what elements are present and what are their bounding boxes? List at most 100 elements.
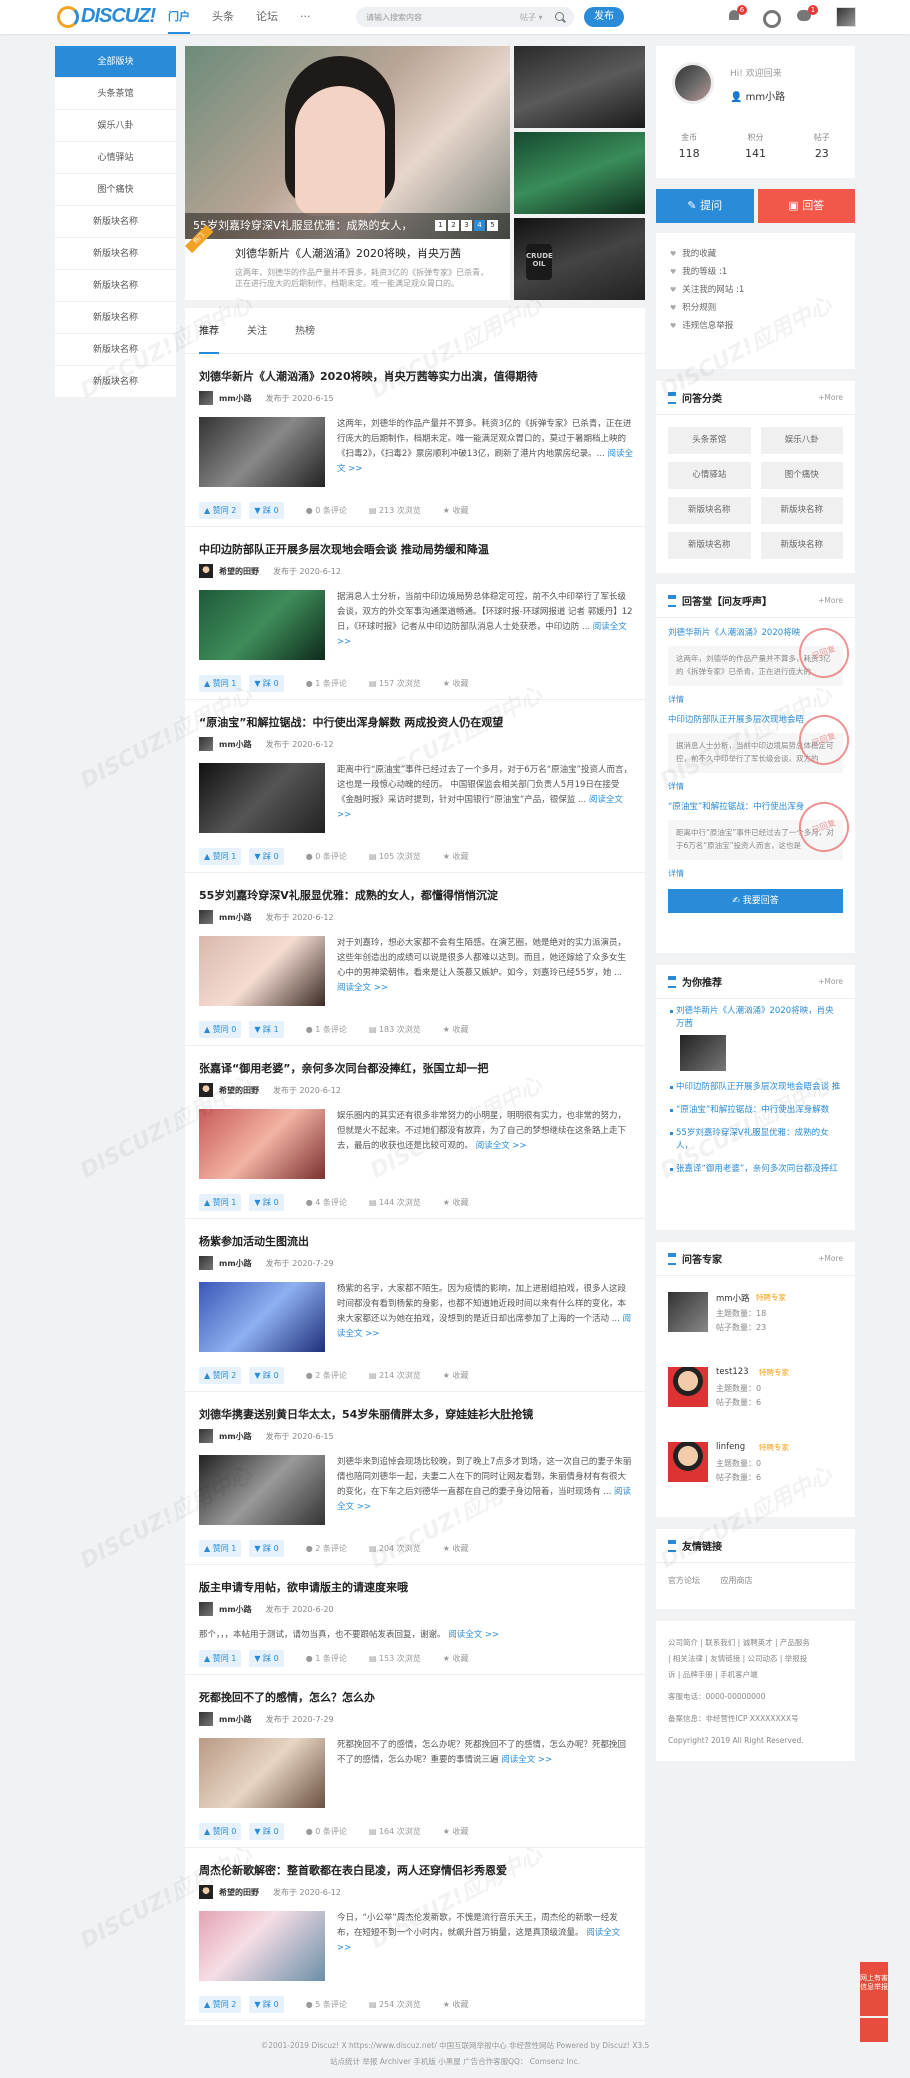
author-name[interactable]: 希望的田野: [219, 1085, 259, 1096]
comments-link[interactable]: ● 0 条评论: [306, 851, 347, 862]
category-chip[interactable]: 新版块名称: [668, 532, 751, 559]
author-name[interactable]: 希望的田野: [219, 1887, 259, 1898]
recommend-item[interactable]: 55岁刘嘉玲穿深V礼服显优雅：成熟的女人，: [670, 1127, 841, 1153]
profile-name[interactable]: 👤 mm小路: [730, 88, 785, 103]
upvote-button[interactable]: ▲ 赞同 1: [199, 1540, 242, 1557]
post-title[interactable]: 55岁刘嘉玲穿深V礼服显优雅：成熟的女人，都懂得悄悄沉淀: [199, 887, 631, 903]
downvote-button[interactable]: ▼ 踩 0: [249, 1996, 284, 2013]
nav-headlines[interactable]: 头条: [212, 0, 234, 34]
expert-name[interactable]: linfeng: [716, 1442, 745, 1452]
slider-page[interactable]: 1: [435, 220, 446, 231]
favorite-button[interactable]: ★ 收藏: [443, 1024, 469, 1035]
favorite-button[interactable]: ★ 收藏: [443, 1653, 469, 1664]
hotqa-detail-link[interactable]: 详情: [668, 781, 843, 792]
upvote-button[interactable]: ▲ 赞同 1: [199, 675, 242, 692]
sidebar-item[interactable]: 娱乐八卦: [55, 110, 176, 142]
author-name[interactable]: mm小路: [219, 1431, 252, 1442]
author-name[interactable]: mm小路: [219, 1714, 252, 1725]
post-title[interactable]: 刘德华新片《人潮汹涌》2020将映，肖央万茜等实力出演，值得期待: [199, 368, 631, 384]
sidebar-item[interactable]: 新版块名称: [55, 302, 176, 334]
expert-avatar[interactable]: [668, 1367, 708, 1407]
post-title[interactable]: 死都挽回不了的感情，怎么？怎么办: [199, 1689, 631, 1705]
read-more-link[interactable]: 阅读全文 >>: [476, 1141, 527, 1151]
author-avatar[interactable]: [199, 1602, 213, 1616]
category-chip[interactable]: 新版块名称: [760, 532, 843, 559]
nav-forum[interactable]: 论坛: [256, 0, 278, 34]
category-chip[interactable]: 图个痛快: [760, 462, 843, 489]
footer-links[interactable]: 诉 | 品牌手册 | 手机客户端: [668, 1667, 843, 1683]
profile-avatar[interactable]: [672, 62, 714, 104]
upvote-button[interactable]: ▲ 赞同 1: [199, 1650, 242, 1667]
favorite-button[interactable]: ★ 收藏: [443, 1999, 469, 2010]
user-avatar[interactable]: [836, 7, 856, 27]
comments-link[interactable]: ● 1 条评论: [306, 1653, 347, 1664]
author-name[interactable]: mm小路: [219, 739, 252, 750]
footer-links[interactable]: 公司简介 | 联系我们 | 诚聘英才 | 产品服务: [668, 1635, 843, 1651]
sidebar-item[interactable]: 新版块名称: [55, 366, 176, 398]
author-avatar[interactable]: [199, 1256, 213, 1270]
post-title[interactable]: 刘德华携妻送别黄日华太太，54岁朱丽倩胖太多，穿娃娃衫大肚抢镜: [199, 1406, 631, 1422]
slider-page[interactable]: 5: [487, 220, 498, 231]
upvote-button[interactable]: ▲ 赞同 2: [199, 1367, 242, 1384]
read-more-link[interactable]: 阅读全文 >>: [337, 983, 388, 993]
post-image[interactable]: [199, 1738, 325, 1808]
post-title[interactable]: 杨紫参加活动生图流出: [199, 1233, 631, 1249]
recommend-more-link[interactable]: +More: [818, 977, 843, 986]
downvote-button[interactable]: ▼ 踩 0: [249, 675, 284, 692]
menu-follow[interactable]: 关注我的网站 :1: [670, 281, 855, 299]
author-avatar[interactable]: [199, 1083, 213, 1097]
gear-icon[interactable]: [762, 9, 781, 28]
author-avatar[interactable]: [199, 391, 213, 405]
upvote-button[interactable]: ▲ 赞同 0: [199, 1823, 242, 1840]
downvote-button[interactable]: ▼ 踩 0: [249, 1367, 284, 1384]
author-avatar[interactable]: [199, 564, 213, 578]
thumb-image[interactable]: [514, 46, 645, 128]
category-chip[interactable]: 头条茶馆: [668, 427, 751, 454]
slider-page-active[interactable]: 4: [474, 220, 485, 231]
sidebar-item[interactable]: 新版块名称: [55, 238, 176, 270]
downvote-button[interactable]: ▼ 踩 0: [249, 1540, 284, 1557]
comments-link[interactable]: ● 4 条评论: [306, 1197, 347, 1208]
post-title[interactable]: 张嘉译“御用老婆”，亲何多次同台都没捧红，张国立却一把: [199, 1060, 631, 1076]
downvote-button[interactable]: ▼ 踩 0: [249, 1650, 284, 1667]
favorite-button[interactable]: ★ 收藏: [443, 505, 469, 516]
categories-more-link[interactable]: +More: [818, 393, 843, 402]
sidebar-item[interactable]: 心情驿站: [55, 142, 176, 174]
featured-slider[interactable]: 55岁刘嘉玲穿深V礼服显优雅：成熟的女人， 1 2 3 4 5 刘德华新片《人潮…: [185, 46, 510, 300]
menu-level[interactable]: 我的等级 :1: [670, 263, 855, 281]
report-float-button[interactable]: 网上有害信息举报: [860, 1962, 888, 2016]
post-image[interactable]: [199, 1455, 325, 1525]
author-avatar[interactable]: [199, 1712, 213, 1726]
category-chip[interactable]: 新版块名称: [668, 497, 751, 524]
downvote-button[interactable]: ▼ 踩 0: [249, 848, 284, 865]
favorite-button[interactable]: ★ 收藏: [443, 1370, 469, 1381]
slider-page[interactable]: 2: [448, 220, 459, 231]
tab-recommend[interactable]: 推荐: [199, 322, 219, 354]
search-input[interactable]: 请输入搜索内容: [366, 12, 422, 23]
back-to-top-button[interactable]: [860, 2018, 888, 2042]
menu-points-rules[interactable]: 积分规则: [670, 299, 855, 317]
hotqa-detail-link[interactable]: 详情: [668, 868, 843, 879]
author-name[interactable]: mm小路: [219, 393, 252, 404]
favorite-button[interactable]: ★ 收藏: [443, 678, 469, 689]
upvote-button[interactable]: ▲ 赞同 2: [199, 1996, 242, 2013]
upvote-button[interactable]: ▲ 赞同 0: [199, 1021, 242, 1038]
thumb-image[interactable]: [514, 132, 645, 214]
author-avatar[interactable]: [199, 1885, 213, 1899]
post-image[interactable]: [199, 1282, 325, 1352]
upvote-button[interactable]: ▲ 赞同 1: [199, 1194, 242, 1211]
recommend-item[interactable]: 张嘉译“御用老婆”，亲何多次同台都没捧红: [670, 1163, 841, 1176]
recommend-thumb[interactable]: [680, 1035, 726, 1071]
author-name[interactable]: mm小路: [219, 1604, 252, 1615]
stat-posts[interactable]: 帖子 23: [789, 132, 855, 160]
sidebar-item[interactable]: 头条茶馆: [55, 78, 176, 110]
post-title[interactable]: 中印边防部队正开展多层次现地会晤会谈 推动局势缓和降温: [199, 541, 631, 557]
friend-link[interactable]: 官方论坛: [668, 1576, 700, 1585]
category-chip[interactable]: 心情驿站: [668, 462, 751, 489]
thumb-image[interactable]: CRUDE OIL: [514, 218, 645, 300]
downvote-button[interactable]: ▼ 踩 0: [249, 1823, 284, 1840]
author-name[interactable]: mm小路: [219, 912, 252, 923]
sidebar-item[interactable]: 新版块名称: [55, 270, 176, 302]
author-avatar[interactable]: [199, 737, 213, 751]
sidebar-item[interactable]: 新版块名称: [55, 206, 176, 238]
